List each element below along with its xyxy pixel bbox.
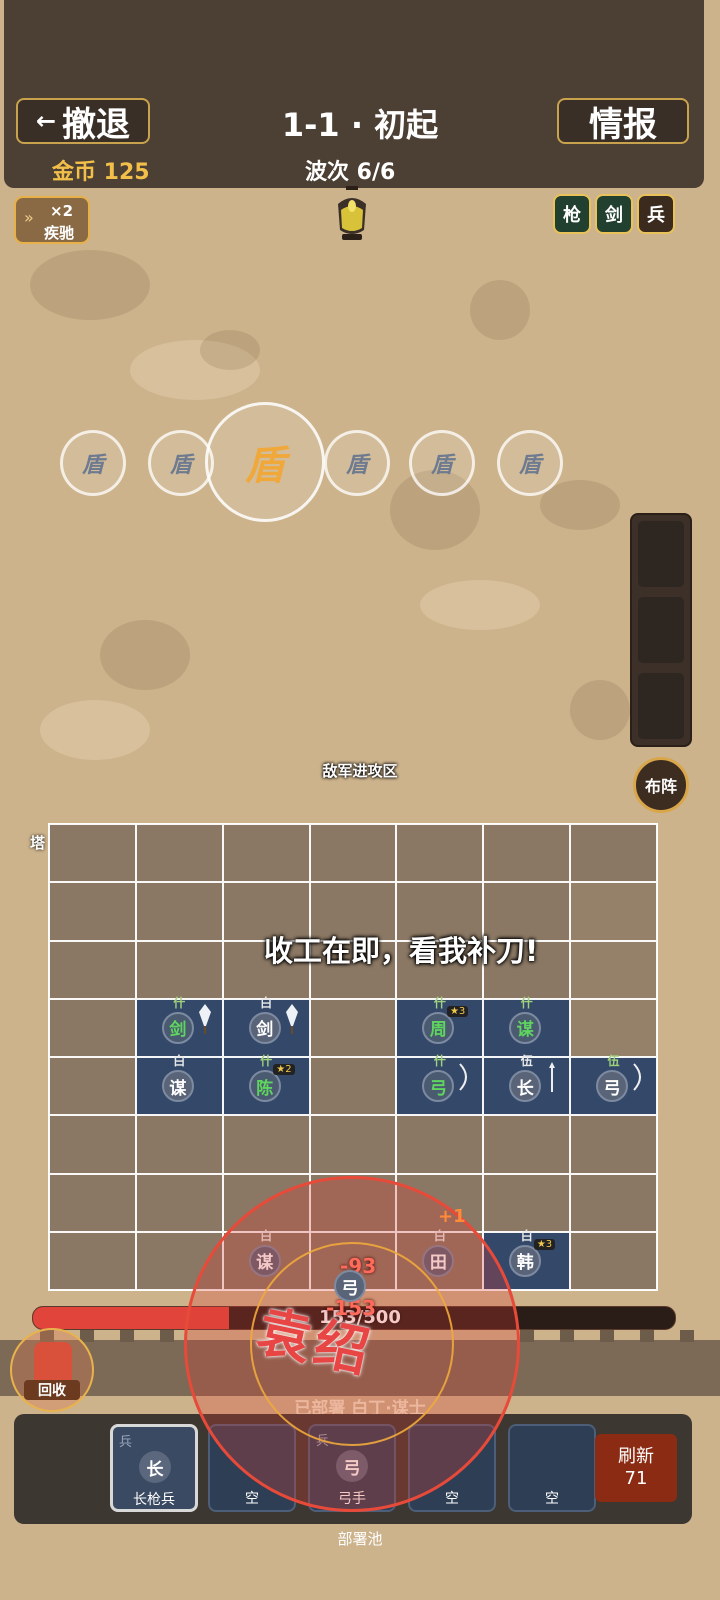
card-name: 空 bbox=[545, 1491, 559, 1507]
pool-card-spearman[interactable]: 兵 长 长枪兵 bbox=[110, 1424, 198, 1512]
arrow-unit-icon: 弓 bbox=[334, 1270, 366, 1302]
unit-cell[interactable]: 什 陈 ★2 bbox=[222, 1054, 310, 1116]
unit-strategist-icon: 谋 bbox=[509, 1011, 542, 1044]
enemy-shield-focused: 盾 bbox=[205, 402, 325, 522]
enemy-shield: 盾 bbox=[60, 430, 126, 496]
grid-cell[interactable] bbox=[396, 824, 484, 883]
enemy-shield: 盾 bbox=[409, 430, 475, 496]
grid-cell[interactable] bbox=[570, 940, 657, 999]
grid-cell[interactable] bbox=[135, 1173, 223, 1232]
grid-cell[interactable] bbox=[135, 940, 223, 999]
grid-cell[interactable] bbox=[483, 1173, 571, 1232]
filter-sword-button[interactable]: 剑 bbox=[595, 194, 633, 234]
refresh-label: 刷新 bbox=[618, 1446, 654, 1467]
unit-archer-icon: 弓 bbox=[596, 1070, 629, 1102]
unit-sword-icon: 剑 bbox=[161, 1011, 194, 1044]
grid-cell[interactable] bbox=[570, 998, 657, 1057]
grid-cell[interactable] bbox=[483, 1115, 571, 1174]
unit-cell[interactable]: 伍 弓 bbox=[570, 1054, 657, 1116]
speed-toggle-button[interactable]: » ×2 疾驰 bbox=[14, 196, 90, 244]
unit-rank: 白 bbox=[520, 1228, 533, 1243]
unit-cell[interactable]: 什 周 ★3 bbox=[396, 996, 484, 1057]
unit-rank: 什 bbox=[260, 1054, 273, 1068]
star-level-badge: ★3 bbox=[446, 1005, 469, 1017]
deploy-pool-label: 部署池 bbox=[337, 1530, 383, 1548]
unit-spearman-icon: 长 bbox=[509, 1070, 542, 1102]
speed-multiplier: ×2 bbox=[50, 202, 74, 220]
grid-cell[interactable] bbox=[222, 824, 310, 883]
grid-cell[interactable] bbox=[309, 998, 397, 1057]
unit-rank: 什 bbox=[520, 995, 533, 1010]
unit-cell[interactable]: 伍 长 bbox=[483, 1054, 571, 1116]
reserve-slots-panel bbox=[630, 513, 692, 747]
brazier-icon bbox=[338, 186, 366, 240]
unit-archer-icon: 弓 bbox=[422, 1070, 455, 1102]
battle-cry-text: 收工在即，看我补刀! bbox=[264, 934, 539, 968]
enemy-attack-zone-label: 敌军进攻区 bbox=[322, 762, 398, 780]
star-level-badge: ★3 bbox=[533, 1238, 556, 1250]
grid-cell[interactable] bbox=[309, 824, 397, 883]
spear-icon bbox=[549, 1062, 556, 1092]
unit-cell[interactable]: 白 剑 bbox=[222, 996, 310, 1057]
grid-cell[interactable] bbox=[570, 824, 657, 883]
unit-cell[interactable]: 白 谋 bbox=[135, 1054, 223, 1116]
bow-icon bbox=[633, 1063, 641, 1091]
unit-cell[interactable]: 什 剑 bbox=[135, 996, 223, 1057]
grid-cell[interactable] bbox=[135, 1115, 223, 1174]
grid-cell[interactable] bbox=[49, 1173, 136, 1232]
recycle-label: 回收 bbox=[24, 1380, 80, 1400]
grid-cell[interactable] bbox=[570, 882, 657, 941]
grid-cell[interactable] bbox=[49, 1115, 136, 1174]
grid-cell[interactable] bbox=[483, 824, 571, 883]
enemy-shield: 盾 bbox=[497, 430, 563, 496]
filter-spear-button[interactable]: 枪 bbox=[553, 194, 591, 234]
tower-label: 塔 bbox=[30, 834, 46, 852]
grid-cell[interactable] bbox=[49, 824, 136, 883]
gain-popup: +1 bbox=[438, 1206, 466, 1227]
grid-cell[interactable] bbox=[49, 882, 136, 941]
grid-cell[interactable] bbox=[570, 1173, 657, 1232]
fast-forward-icon: » bbox=[24, 208, 34, 227]
bow-icon bbox=[459, 1063, 468, 1091]
intel-label: 情报 bbox=[589, 104, 657, 145]
unit-rank: 白 bbox=[173, 1054, 186, 1068]
recycle-button[interactable]: 回收 bbox=[10, 1328, 94, 1412]
unit-sword-icon: 剑 bbox=[248, 1011, 281, 1044]
card-name: 长枪兵 bbox=[133, 1492, 175, 1508]
refresh-button[interactable]: 刷新 71 bbox=[595, 1434, 677, 1502]
reserve-slot[interactable] bbox=[638, 673, 684, 739]
sword-icon bbox=[198, 1003, 211, 1034]
unit-cell[interactable]: 什 弓 bbox=[396, 1054, 484, 1116]
wave-counter: 波次 6/6 bbox=[305, 160, 396, 185]
star-level-badge: ★2 bbox=[273, 1064, 295, 1075]
unit-strategist-icon: 谋 bbox=[161, 1070, 194, 1102]
gold-counter: 金币 125 bbox=[52, 160, 150, 185]
grid-cell[interactable] bbox=[49, 998, 136, 1057]
card-type: 兵 bbox=[119, 1435, 133, 1450]
grid-cell[interactable] bbox=[570, 1231, 657, 1290]
spearman-icon: 长 bbox=[139, 1451, 171, 1483]
pool-card-empty[interactable]: 空 bbox=[508, 1424, 596, 1512]
unit-cell[interactable]: 什 谋 bbox=[483, 996, 571, 1057]
grid-cell[interactable] bbox=[49, 1231, 136, 1290]
grid-cell[interactable] bbox=[309, 1057, 397, 1116]
grid-cell[interactable] bbox=[49, 940, 136, 999]
grid-cell[interactable] bbox=[396, 1115, 484, 1174]
reserve-slot[interactable] bbox=[638, 597, 684, 663]
enemy-shield: 盾 bbox=[324, 430, 390, 496]
grid-cell[interactable] bbox=[222, 1115, 310, 1174]
sword-icon bbox=[285, 1003, 298, 1034]
unit-rank: 什 bbox=[433, 995, 446, 1010]
grid-cell[interactable] bbox=[49, 1057, 136, 1116]
intel-button[interactable]: 情报 bbox=[557, 98, 689, 145]
refresh-cost: 71 bbox=[624, 1468, 648, 1489]
speed-label: 疾驰 bbox=[44, 224, 75, 242]
grid-cell[interactable] bbox=[135, 882, 223, 941]
unit-type-filter: 枪 剑 兵 bbox=[553, 194, 675, 234]
reserve-slot[interactable] bbox=[638, 521, 684, 587]
grid-cell[interactable] bbox=[570, 1115, 657, 1174]
grid-cell[interactable] bbox=[135, 824, 223, 883]
grid-cell[interactable] bbox=[309, 1115, 397, 1174]
filter-soldier-button[interactable]: 兵 bbox=[637, 194, 675, 234]
